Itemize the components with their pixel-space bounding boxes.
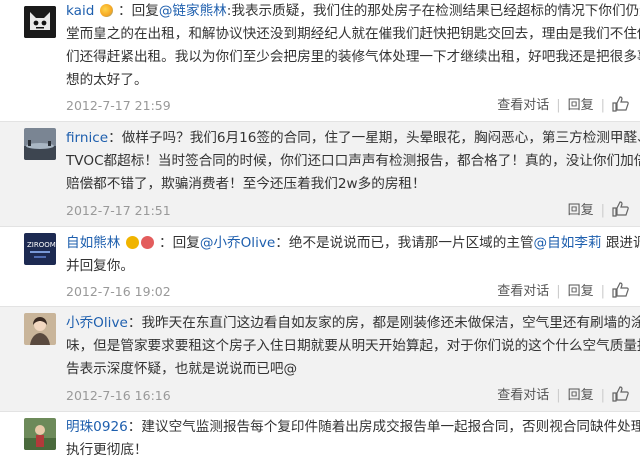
comment-line: 执行更彻底！ [66,442,148,458]
username-link[interactable]: 明珠0926 [66,419,128,435]
comment-line: :我表示质疑，我们住的那处房子在检测结果已经超标的情况下你们仍然 [226,3,640,19]
reply-prefix: ：回复 [159,235,200,251]
comment-line: 跟进调查 [605,235,640,251]
comment-line: 并回复你。 [66,258,134,274]
comment-line: ：做样子吗？我们6月16签的合同，住了一星期，头晕眼花，胸闷恶心，第三方检测甲醛… [108,130,640,146]
comment-firnice: firnice：做样子吗？我们6月16签的合同，住了一星期，头晕眼花，胸闷恶心，… [0,122,640,226]
mention-link[interactable]: @链家熊林 [159,3,227,19]
verified-badge-icon [125,236,139,249]
mingzhu-avatar[interactable] [24,418,56,450]
timestamp: 2012-7-17 21:59 [66,98,171,113]
comment-xiaoqiao: 小乔Olive：我昨天在东直门这边看自如友家的房，都是刚装修还未做保洁，空气里还… [0,307,640,411]
reply-link[interactable]: 回复 [568,96,594,116]
comment-line: 们还得赶紧出租。我以为你们至少会把房里的装修气体处理一下才继续出租，好吧我还是把… [66,49,640,65]
username-link[interactable]: 自如熊林 [66,235,120,251]
verified-badge-icon [140,236,154,249]
view-conversation-link[interactable]: 查看对话 [497,96,549,116]
comment-body: 明珠0926：建议空气监测报告每个复印件随着出房成交报告单一起报合同，否则视合同… [66,416,640,462]
svg-text:ZIROOM: ZIROOM [27,241,56,249]
thumb-up-icon[interactable] [612,282,630,298]
mention-link[interactable]: @自如李莉 [534,235,602,251]
verified-badge-icon [99,4,113,17]
comment-body: 小乔Olive：我昨天在东直门这边看自如友家的房，都是刚装修还未做保洁，空气里还… [66,312,640,381]
comment-line: 告表示深度怀疑，也就是说说而已吧@ [66,361,298,377]
comment-line: 赔偿都不错了，欺骗消费者！至今还压着我们2w多的房租！ [66,176,426,192]
timestamp: 2012-7-17 21:51 [66,203,171,218]
comment-body: kaid ：回复@链家熊林:我表示质疑，我们住的那处房子在检测结果已经超标的情况… [66,0,640,92]
comment-line: ：我昨天在东直门这边看自如友家的房，都是刚装修还未做保洁，空气里还有刷墙的涂料 [127,315,640,331]
thumb-up-icon[interactable] [612,96,630,112]
xiaoqiao-avatar[interactable] [24,313,56,345]
comment-mingzhu: 明珠0926：建议空气监测报告每个复印件随着出房成交报告单一起报合同，否则视合同… [0,412,640,463]
comment-kaid: kaid ：回复@链家熊林:我表示质疑，我们住的那处房子在检测结果已经超标的情况… [0,0,640,121]
timestamp: 2012-7-16 19:02 [66,284,171,299]
mention-link[interactable]: @小乔Olive [200,235,275,251]
comment-body: firnice：做样子吗？我们6月16签的合同，住了一星期，头晕眼花，胸闷恶心，… [66,127,640,196]
view-conversation-link[interactable]: 查看对话 [497,282,549,302]
comment-ziroo: ZIROOM 自如熊林 ：回复@小乔Olive：绝不是说说而已，我请那一片区域的… [0,227,640,306]
view-conversation-link[interactable]: 查看对话 [497,386,549,406]
comment-line: ：绝不是说说而已，我请那一片区域的主管 [275,235,534,251]
ziroo-avatar[interactable]: ZIROOM [24,233,56,265]
comment-body: 自如熊林 ：回复@小乔Olive：绝不是说说而已，我请那一片区域的主管@自如李莉… [66,232,640,278]
reply-link[interactable]: 回复 [568,282,594,302]
username-link[interactable]: firnice [66,130,108,146]
comment-line: ：建议空气监测报告每个复印件随着出房成交报告单一起报合同，否则视合同缺件处理！ [127,419,640,435]
firnice-avatar[interactable] [24,128,56,160]
comment-line: 味，但是管家要求要租这个房子入住日期就要从明天开始算起，对于你们说的这个什么空气… [66,338,640,354]
timestamp: 2012-7-16 16:16 [66,388,171,403]
comment-line: 想的太好了。 [66,72,148,88]
username-link[interactable]: kaid [66,3,94,19]
comment-line: TVOC都超标！当时签合同的时候，你们还口口声声有检测报告，都合格了！真的，没让… [66,153,640,169]
comment-line: 堂而皇之的在出租，和解协议快还没到期经纪人就在催我们赶快把钥匙交回去，理由是我们… [66,26,640,42]
reply-link[interactable]: 回复 [568,201,594,221]
reply-prefix: ：回复 [118,3,159,19]
thumb-up-icon[interactable] [612,201,630,217]
reply-link[interactable]: 回复 [568,386,594,406]
kaid-avatar[interactable] [24,6,56,38]
username-link[interactable]: 小乔Olive [66,315,128,331]
thumb-up-icon[interactable] [612,386,630,402]
